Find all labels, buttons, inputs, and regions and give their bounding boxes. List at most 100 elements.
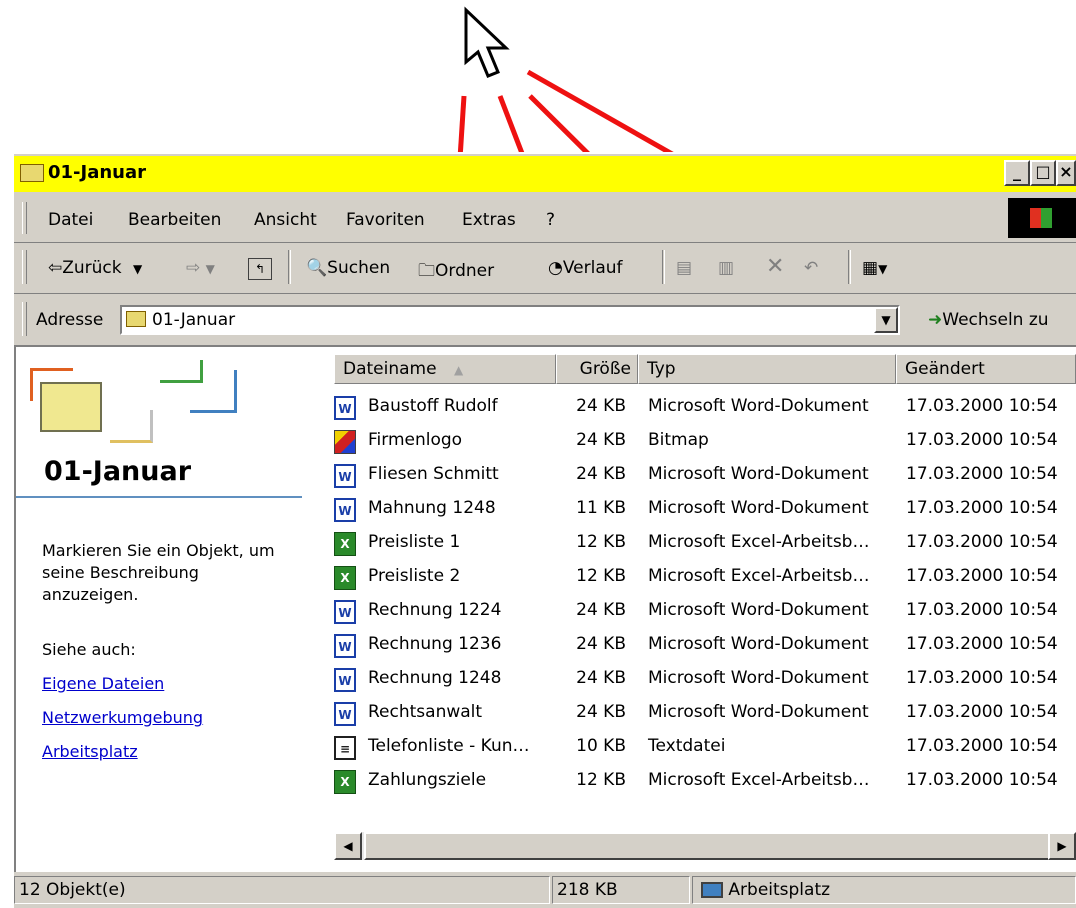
file-row[interactable]: W Baustoff Rudolf 24 KB Microsoft Word-Doku… <box>334 392 1076 426</box>
sidepanel-divider <box>16 496 302 498</box>
file-row[interactable]: W Rechnung 1236 24 KB Microsoft Word-Dokume… <box>334 630 1076 664</box>
minimize-button[interactable]: _ <box>1004 160 1030 186</box>
word-document-icon: W <box>334 498 356 522</box>
file-row[interactable]: W Rechnung 1224 24 KB Microsoft Word-Dokume… <box>334 596 1076 630</box>
file-name: Firmenlogo <box>368 430 463 450</box>
file-row[interactable]: X Zahlungsziele 12 KB Microsoft Excel-Arbei… <box>334 766 1076 800</box>
file-row[interactable]: Firmenlogo 24 KB Bitmap 17.03.2000 10:54 <box>334 426 1076 460</box>
file-name: Zahlungsziele <box>368 770 487 790</box>
address-input[interactable]: 01-Januar <box>120 305 900 335</box>
address-grip <box>22 302 27 336</box>
scroll-left-button[interactable]: ◀ <box>334 832 362 860</box>
file-row[interactable]: X Preisliste 2 12 KB Microsoft Excel-Arbeit… <box>334 562 1076 596</box>
file-size: 24 KB <box>576 634 626 654</box>
file-modified: 17.03.2000 10:54 <box>906 634 1058 654</box>
windows-logo-icon <box>1008 198 1076 238</box>
file-row[interactable]: W Rechnung 1248 24 KB Microsoft Word-Dokume… <box>334 664 1076 698</box>
file-modified: 17.03.2000 10:54 <box>906 668 1058 688</box>
status-zone: Arbeitsplatz <box>692 876 1076 904</box>
toolbar-separator <box>288 250 291 284</box>
back-button[interactable]: ⇦Zurück ▼ <box>48 258 142 278</box>
move-to-icon[interactable]: ▤ <box>676 258 692 278</box>
copy-to-icon[interactable]: ▥ <box>718 258 734 278</box>
file-row[interactable]: W Rechtsanwalt 24 KB Microsoft Word-Dokumen… <box>334 698 1076 732</box>
file-size: 12 KB <box>576 532 626 552</box>
bitmap-image-icon <box>334 430 356 454</box>
menu-help[interactable]: ? <box>546 210 555 230</box>
link-netzwerkumgebung[interactable]: Netzwerkumgebung <box>42 708 203 727</box>
toolbar-separator <box>662 250 665 284</box>
file-modified: 17.03.2000 10:54 <box>906 702 1058 722</box>
file-type: Microsoft Word-Dokument <box>648 464 869 484</box>
standard-toolbar <box>14 243 1076 294</box>
delete-icon[interactable]: ✕ <box>766 254 784 279</box>
folder-icon <box>20 164 44 182</box>
scroll-right-button[interactable]: ▶ <box>1048 832 1076 860</box>
menu-bearbeiten[interactable]: Bearbeiten <box>128 210 221 230</box>
link-arbeitsplatz[interactable]: Arbeitsplatz <box>42 742 138 761</box>
search-button[interactable]: 🔍Suchen <box>306 258 390 278</box>
title-bar[interactable] <box>14 156 1076 192</box>
column-header-modified[interactable]: Geändert <box>896 354 1076 384</box>
scrollbar-thumb[interactable] <box>364 832 1064 860</box>
file-modified: 17.03.2000 10:54 <box>906 736 1058 756</box>
file-type: Microsoft Word-Dokument <box>648 600 869 620</box>
excel-workbook-icon: X <box>334 532 356 556</box>
address-label: Adresse <box>36 310 104 330</box>
go-arrow-icon: ➜ <box>928 310 943 330</box>
file-size: 24 KB <box>576 668 626 688</box>
history-button[interactable]: ◔Verlauf <box>548 258 623 278</box>
file-size: 10 KB <box>576 736 626 756</box>
window-title: 01-Januar <box>48 162 147 183</box>
column-header-type[interactable]: Typ <box>638 354 896 384</box>
file-modified: 17.03.2000 10:54 <box>906 600 1058 620</box>
menu-favoriten[interactable]: Favoriten <box>346 210 425 230</box>
file-type: Microsoft Word-Dokument <box>648 498 869 518</box>
address-dropdown-button[interactable]: ▼ <box>874 307 898 333</box>
computer-icon <box>701 882 723 898</box>
go-button[interactable]: ➜Wechseln zu <box>928 310 1049 330</box>
see-also-label: Siehe auch: <box>42 640 136 659</box>
file-type: Microsoft Excel-Arbeitsb… <box>648 566 870 586</box>
excel-workbook-icon: X <box>334 566 356 590</box>
file-name: Fliesen Schmitt <box>368 464 499 484</box>
history-icon: ◔ <box>548 258 563 278</box>
file-row[interactable]: W Fliesen Schmitt 24 KB Microsoft Word-Doku… <box>334 460 1076 494</box>
excel-workbook-icon: X <box>334 770 356 794</box>
file-row[interactable]: ≡ Telefonliste - Kun… 10 KB Textdatei 17.03.… <box>334 732 1076 766</box>
menu-grip <box>22 202 27 234</box>
file-name: Rechnung 1236 <box>368 634 502 654</box>
word-document-icon: W <box>334 634 356 658</box>
file-type: Microsoft Excel-Arbeitsb… <box>648 532 870 552</box>
link-eigene-dateien[interactable]: Eigene Dateien <box>42 674 164 693</box>
maximize-button[interactable]: □ <box>1030 160 1056 186</box>
column-header-size[interactable]: Größe <box>556 354 638 384</box>
file-type: Microsoft Word-Dokument <box>648 668 869 688</box>
file-modified: 17.03.2000 10:54 <box>906 464 1058 484</box>
menu-datei[interactable]: Datei <box>48 210 93 230</box>
file-size: 24 KB <box>576 702 626 722</box>
menu-extras[interactable]: Extras <box>462 210 516 230</box>
file-modified: 17.03.2000 10:54 <box>906 430 1058 450</box>
file-size: 12 KB <box>576 770 626 790</box>
status-total-size: 218 KB <box>552 876 690 904</box>
folder-icon <box>126 311 146 327</box>
file-type: Bitmap <box>648 430 709 450</box>
file-modified: 17.03.2000 10:54 <box>906 770 1058 790</box>
undo-icon[interactable]: ↶ <box>804 258 818 278</box>
file-size: 12 KB <box>576 566 626 586</box>
file-row[interactable]: X Preisliste 1 12 KB Microsoft Excel-Arbeit… <box>334 528 1076 562</box>
file-type: Microsoft Word-Dokument <box>648 702 869 722</box>
word-document-icon: W <box>334 668 356 692</box>
menu-ansicht[interactable]: Ansicht <box>254 210 317 230</box>
column-header-name[interactable]: Dateiname ▲ <box>334 354 556 384</box>
file-name: Baustoff Rudolf <box>368 396 498 416</box>
folders-button[interactable]: 🗀Ordner <box>418 258 494 287</box>
file-row[interactable]: W Mahnung 1248 11 KB Microsoft Word-Dokumen… <box>334 494 1076 528</box>
back-dropdown-icon[interactable]: ▼ <box>133 262 142 276</box>
views-icon[interactable]: ▦▼ <box>862 258 887 278</box>
forward-button[interactable]: ⇨ ▼ <box>186 258 215 278</box>
up-folder-icon[interactable]: ↰ <box>248 258 272 280</box>
file-size: 24 KB <box>576 430 626 450</box>
close-button[interactable]: × <box>1056 160 1076 186</box>
